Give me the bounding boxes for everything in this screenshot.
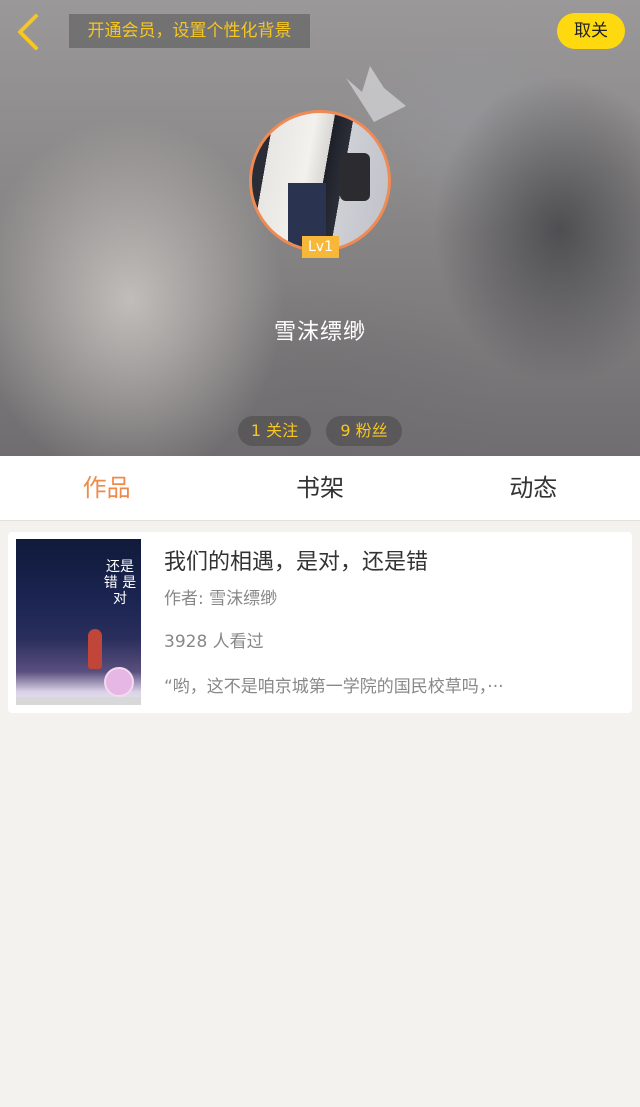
cover-base: [16, 697, 141, 705]
tab-activity[interactable]: 动态: [427, 456, 640, 520]
book-excerpt: “哟，这不是咱京城第一学院的国民校草吗，···: [164, 677, 504, 697]
cover-seal: [104, 667, 134, 697]
back-button[interactable]: [12, 10, 52, 54]
avatar[interactable]: [249, 110, 391, 252]
book-views: 3928 人看过: [164, 632, 264, 652]
tab-bar: 作品 书架 动态: [0, 456, 640, 521]
chevron-left-icon: [18, 14, 38, 50]
cover-figure: [88, 629, 102, 669]
avatar-photo-detail: [340, 153, 370, 201]
tab-bookshelf[interactable]: 书架: [213, 456, 426, 520]
vip-banner[interactable]: 开通会员，设置个性化背景: [69, 14, 310, 48]
book-cover[interactable]: 还是错 是对: [16, 539, 141, 705]
tab-works[interactable]: 作品: [0, 456, 213, 520]
fans-count[interactable]: 9 粉丝: [326, 416, 402, 446]
book-title[interactable]: 我们的相遇，是对，还是错: [164, 546, 428, 580]
book-author: 作者: 雪沫缥缈: [164, 589, 278, 609]
moon-icon: [44, 565, 60, 597]
profile-header: 开通会员，设置个性化背景 取关 Lv1 雪沫缥缈 1 关注 9 粉丝: [0, 0, 640, 456]
username: 雪沫缥缈: [273, 320, 366, 345]
following-count[interactable]: 1 关注: [238, 416, 311, 446]
unfollow-button[interactable]: 取关: [557, 13, 625, 49]
cover-title: 还是错 是对: [103, 559, 137, 607]
level-badge: Lv1: [302, 236, 339, 258]
book-card[interactable]: 还是错 是对 我们的相遇，是对，还是错 作者: 雪沫缥缈 3928 人看过 “哟…: [8, 532, 632, 713]
